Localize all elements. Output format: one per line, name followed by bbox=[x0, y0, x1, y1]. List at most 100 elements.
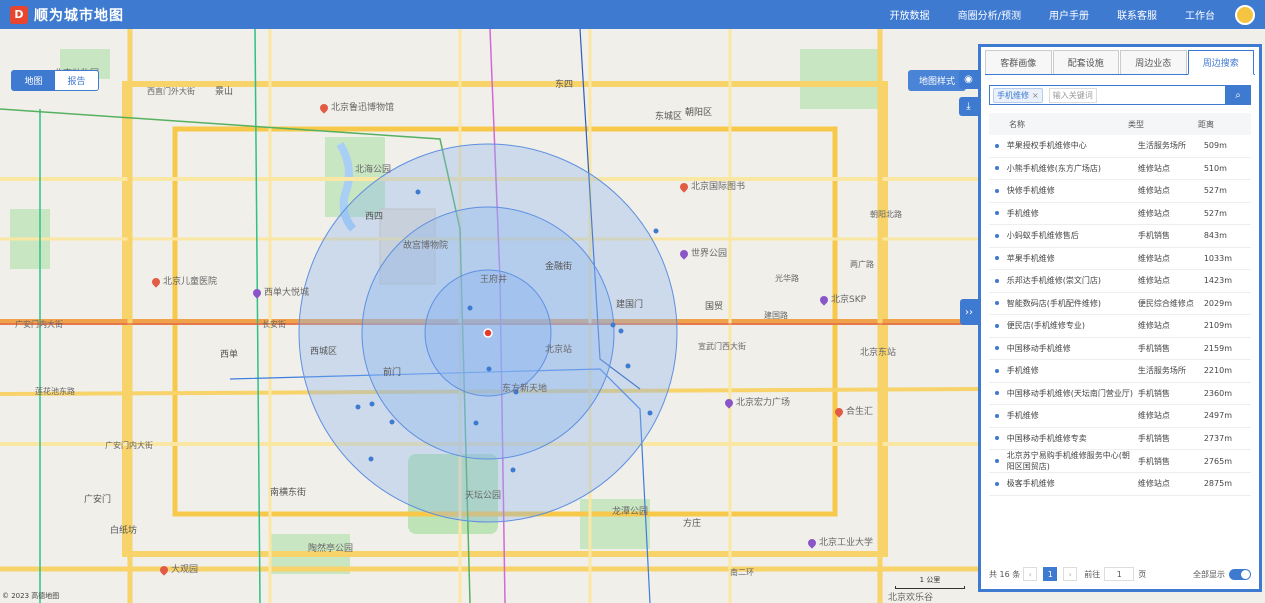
poi-bjut: 北京工业大学 bbox=[806, 535, 873, 549]
poi-luxun: 北京鲁迅博物馆 bbox=[318, 100, 394, 114]
row-name: 手机维修 bbox=[1006, 366, 1039, 376]
table-row[interactable]: 手机维修 维修站点 527m bbox=[989, 203, 1251, 225]
show-all-toggle[interactable] bbox=[1229, 568, 1251, 580]
search-button[interactable]: ⌕ bbox=[1225, 85, 1251, 105]
road-tonghuihe: 宣武门西大街 bbox=[698, 342, 746, 351]
page-number[interactable]: 1 bbox=[1043, 567, 1058, 581]
bullet-icon bbox=[995, 166, 999, 171]
table-row[interactable]: 极客手机维修 维修站点 2875m bbox=[989, 473, 1251, 496]
table-row[interactable]: 智能数码店(手机配件维修) 便民综合维修点 2029m bbox=[989, 293, 1251, 315]
poi-beihai: 北海公园 bbox=[355, 165, 392, 175]
table-row[interactable]: 手机维修 生活服务场所 2210m bbox=[989, 360, 1251, 383]
tab-business[interactable]: 周边业态 bbox=[1120, 50, 1187, 74]
view-toggle: 地图 报告 bbox=[11, 70, 99, 91]
poi-palace: 故宫博物院 bbox=[403, 241, 449, 251]
keyword-input[interactable]: 输入关键词 bbox=[1048, 87, 1097, 103]
search-icon: ⌕ bbox=[1235, 89, 1241, 101]
row-type: 维修站点 bbox=[1137, 321, 1170, 331]
nav-open-data[interactable]: 开放数据 bbox=[890, 7, 930, 22]
col-type: 类型 bbox=[1128, 119, 1144, 129]
row-distance: 2210m bbox=[1203, 366, 1232, 376]
poi-world-park: 世界公园 bbox=[678, 246, 727, 260]
row-type: 手机销售 bbox=[1137, 433, 1170, 443]
bullet-icon bbox=[995, 278, 999, 283]
app-title[interactable]: 顺为城市地图 bbox=[34, 5, 124, 25]
table-row[interactable]: 中国移动手机维修 手机销售 2159m bbox=[989, 338, 1251, 360]
user-avatar[interactable] bbox=[1235, 4, 1255, 25]
poi-east-station: 北京东站 bbox=[860, 348, 897, 358]
nav-contact[interactable]: 联系客服 bbox=[1117, 7, 1157, 22]
poi-longtan: 龙潭公园 bbox=[612, 507, 649, 517]
poi-tiantan: 天坛公园 bbox=[465, 491, 502, 501]
results-list: 苹果授权手机维修中心 生活服务场所 509m 小熊手机维修(东方广场店) 维修站点 510… bbox=[981, 135, 1259, 496]
row-type: 维修站点 bbox=[1137, 208, 1170, 218]
table-row[interactable]: 快修手机维修 维修站点 527m bbox=[989, 180, 1251, 203]
map-style-button[interactable]: 地图样式 bbox=[908, 70, 966, 91]
bullet-icon bbox=[995, 391, 999, 396]
table-row[interactable]: 小蚂蚁手机维修售后 手机销售 843m bbox=[989, 225, 1251, 248]
poi-wangfujing: 王府井 bbox=[480, 275, 508, 285]
tab-nearby-search[interactable]: 周边搜索 bbox=[1187, 50, 1254, 75]
row-distance: 2765m bbox=[1203, 456, 1232, 466]
map-copyright: © 2023 高德地图 bbox=[2, 592, 60, 600]
app-logo[interactable]: D bbox=[10, 5, 28, 24]
road-xizhimenwai: 西直门外大街 bbox=[147, 87, 195, 96]
table-row[interactable]: 手机维修 维修站点 2497m bbox=[989, 405, 1251, 428]
row-name: 便民店(手机维修专业) bbox=[1006, 321, 1086, 331]
nav-manual[interactable]: 用户手册 bbox=[1049, 7, 1089, 22]
table-row[interactable]: 便民店(手机维修专业) 维修站点 2109m bbox=[989, 315, 1251, 338]
row-distance: 2737m bbox=[1203, 433, 1232, 443]
poi-skp: 北京SKP bbox=[818, 292, 866, 306]
road-chaoyangbei: 朝阳北路 bbox=[870, 210, 902, 219]
poi-hesheng: 合生汇 bbox=[833, 404, 873, 418]
tab-customer-profile[interactable]: 客群画像 bbox=[985, 50, 1052, 74]
col-distance: 距离 bbox=[1198, 119, 1214, 129]
bullet-icon bbox=[995, 368, 999, 373]
search-row: 手机维修 × 输入关键词 ⌕ bbox=[989, 85, 1251, 105]
row-type: 便民综合维修点 bbox=[1137, 298, 1194, 308]
pagination: 共 16 条 ‹ 1 › 前往 1 页 全部显示 bbox=[981, 567, 1259, 581]
tab-facilities[interactable]: 配套设施 bbox=[1052, 50, 1119, 74]
row-distance: 843m bbox=[1203, 231, 1227, 241]
bullet-icon bbox=[995, 143, 999, 148]
area-baizhifang: 白纸坊 bbox=[110, 526, 138, 536]
goto-page-input[interactable]: 1 bbox=[1104, 567, 1135, 581]
table-row[interactable]: 苹果手机维修 维修站点 1033m bbox=[989, 248, 1251, 270]
side-tools: ◉ ⤓ bbox=[959, 70, 978, 124]
poi-happy-valley: 北京欢乐谷 bbox=[888, 593, 934, 603]
table-header: 名称 类型 距离 bbox=[989, 113, 1251, 135]
nav-analysis[interactable]: 商圈分析/预测 bbox=[958, 7, 1021, 22]
top-nav: 开放数据 商圈分析/预测 用户手册 联系客服 工作台 bbox=[876, 0, 1265, 29]
row-type: 维修站点 bbox=[1137, 276, 1170, 286]
view-map-button[interactable]: 地图 bbox=[12, 71, 55, 90]
road-guanganmen: 广安门内大街 bbox=[105, 441, 153, 450]
row-type: 维修站点 bbox=[1137, 411, 1170, 421]
table-row[interactable]: 乐邦达手机维修(崇文门店) 维修站点 1423m bbox=[989, 270, 1251, 293]
download-icon[interactable]: ⤓ bbox=[959, 97, 978, 116]
goto-label: 前往 bbox=[1084, 569, 1101, 579]
nav-workbench[interactable]: 工作台 bbox=[1185, 7, 1215, 22]
table-row[interactable]: 小熊手机维修(东方广场店) 维修站点 510m bbox=[989, 158, 1251, 180]
area-jinbao: 金融街 bbox=[545, 262, 573, 272]
table-row[interactable]: 中国移动手机维修(天坛南门营业厅) 手机销售 2360m bbox=[989, 383, 1251, 405]
row-name: 中国移动手机维修 bbox=[1006, 343, 1071, 353]
row-type: 生活服务场所 bbox=[1137, 366, 1186, 376]
table-row[interactable]: 苹果授权手机维修中心 生活服务场所 509m bbox=[989, 135, 1251, 158]
table-row[interactable]: 北京苏宁易购手机维修服务中心(朝阳区国贸店) 手机销售 2765m bbox=[989, 450, 1251, 473]
view-report-button[interactable]: 报告 bbox=[55, 71, 98, 90]
road-guanghua: 光华路 bbox=[775, 274, 799, 283]
search-tag[interactable]: 手机维修 × bbox=[993, 87, 1043, 103]
collapse-panel-button[interactable]: ›› bbox=[960, 299, 978, 325]
row-distance: 2875m bbox=[1203, 479, 1232, 489]
row-name: 手机维修 bbox=[1006, 411, 1039, 421]
row-distance: 2109m bbox=[1203, 321, 1232, 331]
prev-page-button[interactable]: ‹ bbox=[1023, 567, 1038, 581]
row-distance: 510m bbox=[1203, 163, 1227, 173]
next-page-button[interactable]: › bbox=[1063, 567, 1078, 581]
table-row[interactable]: 中国移动手机维修专卖 手机销售 2737m bbox=[989, 428, 1251, 450]
road-south: 南二环 bbox=[730, 568, 754, 577]
eye-icon[interactable]: ◉ bbox=[959, 70, 978, 89]
row-distance: 1423m bbox=[1203, 276, 1232, 286]
search-input[interactable]: 手机维修 × 输入关键词 bbox=[989, 85, 1225, 105]
row-name: 北京苏宁易购手机维修服务中心(朝阳区国贸店) bbox=[1006, 451, 1130, 471]
